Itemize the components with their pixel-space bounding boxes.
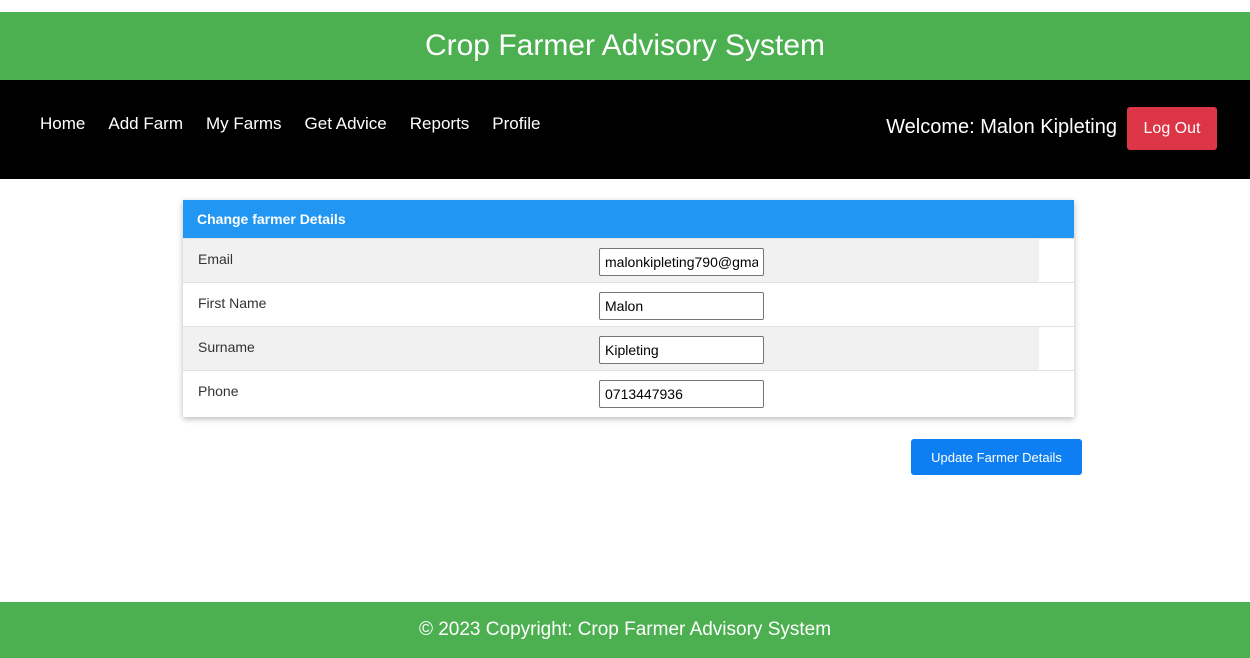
form-row-email: Email: [183, 238, 1074, 282]
first-name-field[interactable]: [599, 292, 764, 320]
nav-link-add-farm[interactable]: Add Farm: [108, 114, 183, 134]
form-row-phone: Phone: [183, 370, 1074, 414]
email-field[interactable]: [599, 248, 764, 276]
farmer-details-card: Change farmer Details Email First Name S…: [183, 200, 1074, 417]
page: Crop Farmer Advisory System Home Add Far…: [0, 0, 1250, 658]
form-row-first-name: First Name: [183, 282, 1074, 326]
phone-field[interactable]: [599, 380, 764, 408]
nav-link-profile[interactable]: Profile: [492, 114, 540, 134]
card-title: Change farmer Details: [183, 200, 1074, 238]
surname-label: Surname: [198, 339, 255, 355]
welcome-message: Welcome: Malon Kipleting: [886, 116, 1117, 138]
site-footer: © 2023 Copyright: Crop Farmer Advisory S…: [0, 602, 1250, 658]
first-name-label: First Name: [198, 295, 267, 311]
site-title: Crop Farmer Advisory System: [424, 29, 826, 62]
nav-link-reports[interactable]: Reports: [410, 114, 470, 134]
logout-button[interactable]: Log Out: [1127, 107, 1217, 150]
email-label: Email: [198, 251, 234, 267]
nav-links: Home Add Farm My Farms Get Advice Report…: [40, 114, 563, 134]
top-strip: [0, 0, 1250, 12]
form-row-surname: Surname: [183, 326, 1074, 370]
navbar: Home Add Farm My Farms Get Advice Report…: [0, 80, 1250, 179]
site-header: Crop Farmer Advisory System: [0, 12, 1250, 80]
nav-link-home[interactable]: Home: [40, 114, 85, 134]
surname-field[interactable]: [599, 336, 764, 364]
nav-link-get-advice[interactable]: Get Advice: [305, 114, 387, 134]
update-farmer-details-button[interactable]: Update Farmer Details: [911, 439, 1082, 475]
phone-label: Phone: [198, 383, 239, 399]
nav-link-my-farms[interactable]: My Farms: [206, 114, 282, 134]
copyright-text: © 2023 Copyright: Crop Farmer Advisory S…: [418, 619, 832, 640]
